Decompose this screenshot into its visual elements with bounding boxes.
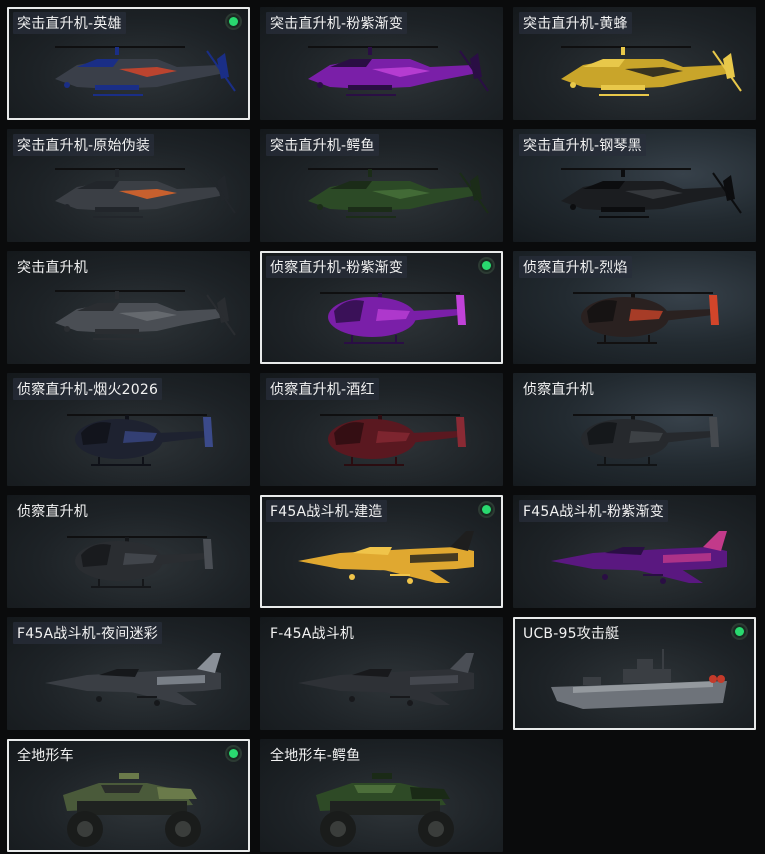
vehicle-skin-card[interactable]: UCB-95攻击艇 <box>513 617 756 730</box>
vehicle-skin-title: 突击直升机-原始伪装 <box>13 134 155 156</box>
equipped-check-icon <box>478 257 495 274</box>
vehicle-skin-title: F45A战斗机-建造 <box>266 500 387 522</box>
vehicle-skin-card[interactable]: 侦察直升机-酒红 <box>260 373 503 486</box>
vehicle-skin-card[interactable]: 全地形车 <box>7 739 250 852</box>
vehicle-skin-title: 全地形车 <box>17 748 74 764</box>
equipped-check-icon <box>225 745 242 762</box>
vehicle-skin-card[interactable]: 侦察直升机-烟火2026 <box>7 373 250 486</box>
vehicle-skin-title: 侦察直升机 <box>523 382 594 398</box>
vehicle-skin-title: 突击直升机-鳄鱼 <box>266 134 379 156</box>
vehicle-skin-card[interactable]: 侦察直升机-粉紫渐变 <box>260 251 503 364</box>
equipped-check-icon <box>731 623 748 640</box>
vehicle-skin-card[interactable]: 突击直升机-黄蜂 <box>513 7 756 120</box>
vehicle-skin-title: 突击直升机-粉紫渐变 <box>266 12 408 34</box>
vehicle-skin-card[interactable]: 突击直升机-英雄 <box>7 7 250 120</box>
vehicle-skin-card[interactable]: F-45A战斗机 <box>260 617 503 730</box>
vehicle-skin-title: 突击直升机-钢琴黑 <box>519 134 646 156</box>
vehicle-skin-card[interactable]: 侦察直升机-烈焰 <box>513 251 756 364</box>
vehicle-skin-card[interactable]: 侦察直升机 <box>7 495 250 608</box>
vehicle-skin-title: 侦察直升机-烟火2026 <box>13 378 163 400</box>
vehicle-skin-title: F45A战斗机-夜间迷彩 <box>13 622 162 644</box>
vehicle-skin-title: 侦察直升机-粉紫渐变 <box>266 256 408 278</box>
vehicle-skin-card[interactable]: 突击直升机-原始伪装 <box>7 129 250 242</box>
vehicle-skin-card[interactable]: 侦察直升机 <box>513 373 756 486</box>
vehicle-skin-title: 侦察直升机-烈焰 <box>519 256 632 278</box>
equipped-check-icon <box>478 501 495 518</box>
vehicle-skin-title: 侦察直升机-酒红 <box>266 378 379 400</box>
vehicle-skin-title: F-45A战斗机 <box>270 626 355 642</box>
vehicle-skin-card[interactable]: F45A战斗机-建造 <box>260 495 503 608</box>
vehicle-skin-title: 突击直升机-黄蜂 <box>519 12 632 34</box>
vehicle-skin-title: 侦察直升机 <box>17 504 88 520</box>
vehicle-skin-card[interactable]: 突击直升机-钢琴黑 <box>513 129 756 242</box>
vehicle-skin-title: F45A战斗机-粉紫渐变 <box>519 500 668 522</box>
equipped-check-icon <box>225 13 242 30</box>
vehicle-skin-title: 突击直升机 <box>17 260 88 276</box>
vehicle-skin-title: 全地形车-鳄鱼 <box>270 748 361 764</box>
vehicle-skin-title: 突击直升机-英雄 <box>13 12 126 34</box>
vehicle-skin-grid: 突击直升机-英雄 突击直升机-粉紫渐变 突击直升机-黄蜂 突击直升机-原始伪装 … <box>0 0 765 854</box>
vehicle-skin-card[interactable]: 全地形车-鳄鱼 <box>260 739 503 852</box>
vehicle-skin-card[interactable]: 突击直升机-鳄鱼 <box>260 129 503 242</box>
vehicle-skin-card[interactable]: 突击直升机 <box>7 251 250 364</box>
vehicle-skin-card[interactable]: 突击直升机-粉紫渐变 <box>260 7 503 120</box>
vehicle-skin-card[interactable]: F45A战斗机-粉紫渐变 <box>513 495 756 608</box>
vehicle-skin-card[interactable]: F45A战斗机-夜间迷彩 <box>7 617 250 730</box>
vehicle-skin-title: UCB-95攻击艇 <box>523 626 620 642</box>
